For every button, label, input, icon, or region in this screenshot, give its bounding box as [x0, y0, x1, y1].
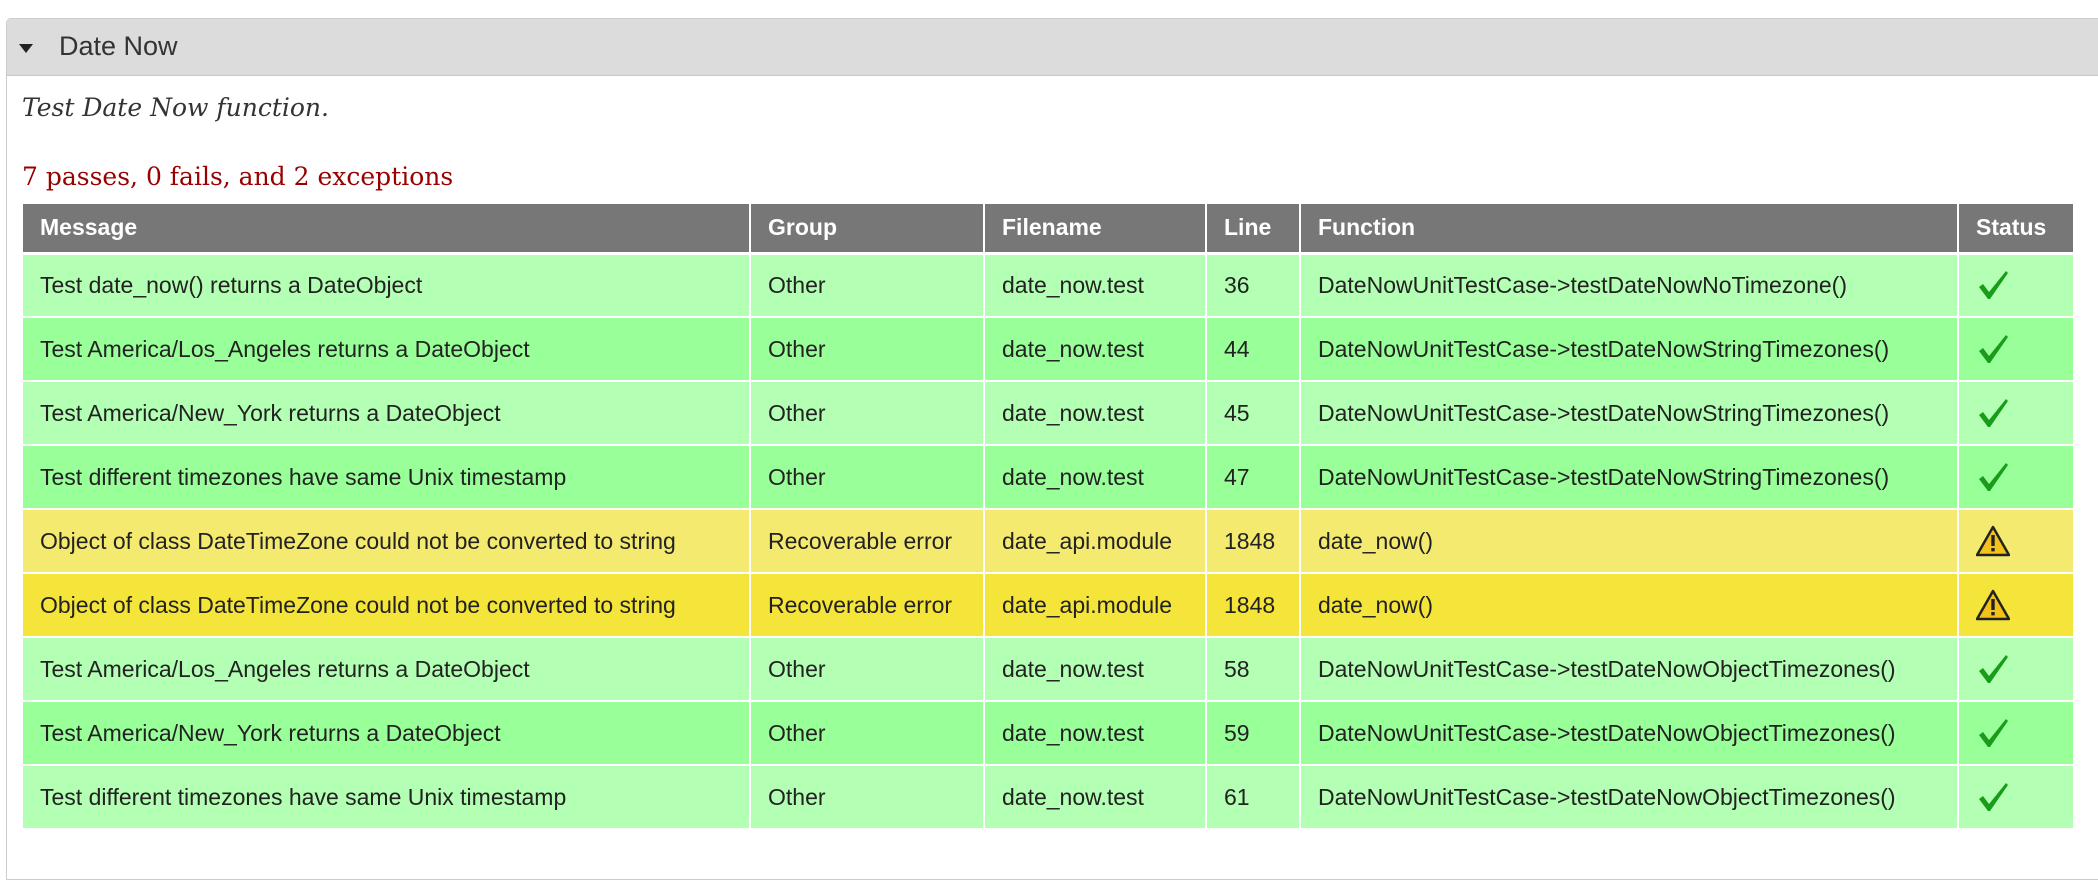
table-row: Test America/New_York returns a DateObje… — [23, 381, 2073, 446]
cell-filename: date_now.test — [984, 253, 1207, 318]
cell-line: 1848 — [1206, 509, 1301, 574]
cell-status — [1958, 445, 2073, 510]
cell-function: DateNowUnitTestCase->testDateNowObjectTi… — [1300, 701, 1959, 766]
cell-group: Other — [750, 253, 985, 318]
cell-line: 47 — [1206, 445, 1301, 510]
checkmark-icon — [1976, 652, 2073, 686]
checkmark-icon — [1976, 716, 2073, 750]
cell-group: Recoverable error — [750, 573, 985, 638]
column-header-filename: Filename — [984, 204, 1207, 255]
test-summary: 7 passes, 0 fails, and 2 exceptions — [22, 162, 454, 191]
cell-function: DateNowUnitTestCase->testDateNowObjectTi… — [1300, 637, 1959, 702]
cell-line: 59 — [1206, 701, 1301, 766]
table-row: Object of class DateTimeZone could not b… — [23, 509, 2073, 574]
cell-filename: date_api.module — [984, 509, 1207, 574]
table-row: Test different timezones have same Unix … — [23, 445, 2073, 510]
cell-function: date_now() — [1300, 573, 1959, 638]
test-description: Test Date Now function. — [22, 93, 329, 122]
cell-line: 58 — [1206, 637, 1301, 702]
cell-line: 45 — [1206, 381, 1301, 446]
cell-status — [1958, 765, 2073, 830]
cell-group: Other — [750, 317, 985, 382]
cell-group: Other — [750, 637, 985, 702]
cell-message: Object of class DateTimeZone could not b… — [23, 509, 751, 574]
cell-status — [1958, 317, 2073, 382]
table-row: Test America/Los_Angeles returns a DateO… — [23, 637, 2073, 702]
cell-group: Recoverable error — [750, 509, 985, 574]
table-header-row: Message Group Filename Line Function Sta… — [23, 204, 2073, 255]
cell-filename: date_now.test — [984, 701, 1207, 766]
table-row: Test America/Los_Angeles returns a DateO… — [23, 317, 2073, 382]
checkmark-icon — [1976, 332, 2073, 366]
cell-message: Test different timezones have same Unix … — [23, 445, 751, 510]
table-row: Object of class DateTimeZone could not b… — [23, 573, 2073, 638]
checkmark-icon — [1976, 780, 2073, 814]
checkmark-icon — [1976, 268, 2073, 302]
cell-filename: date_now.test — [984, 381, 1207, 446]
cell-line: 36 — [1206, 253, 1301, 318]
table-row: Test different timezones have same Unix … — [23, 765, 2073, 830]
warning-icon — [1976, 525, 2073, 557]
cell-filename: date_now.test — [984, 317, 1207, 382]
cell-group: Other — [750, 381, 985, 446]
cell-group: Other — [750, 765, 985, 830]
cell-message: Test date_now() returns a DateObject — [23, 253, 751, 318]
column-header-status: Status — [1958, 204, 2073, 255]
cell-message: Test different timezones have same Unix … — [23, 765, 751, 830]
column-header-group: Group — [750, 204, 985, 255]
cell-status — [1958, 509, 2073, 574]
column-header-line: Line — [1206, 204, 1301, 255]
cell-function: DateNowUnitTestCase->testDateNowObjectTi… — [1300, 765, 1959, 830]
cell-status — [1958, 637, 2073, 702]
fieldset-legend-toggle[interactable]: Date Now — [7, 19, 2098, 76]
cell-filename: date_now.test — [984, 765, 1207, 830]
cell-message: Object of class DateTimeZone could not b… — [23, 573, 751, 638]
cell-function: DateNowUnitTestCase->testDateNowStringTi… — [1300, 445, 1959, 510]
cell-message: Test America/New_York returns a DateObje… — [23, 381, 751, 446]
cell-message: Test America/Los_Angeles returns a DateO… — [23, 317, 751, 382]
cell-group: Other — [750, 701, 985, 766]
results-table: Message Group Filename Line Function Sta… — [23, 204, 2073, 830]
fieldset-title[interactable]: Date Now — [59, 30, 178, 62]
checkmark-icon — [1976, 396, 2073, 430]
cell-function: DateNowUnitTestCase->testDateNowStringTi… — [1300, 317, 1959, 382]
cell-function: date_now() — [1300, 509, 1959, 574]
cell-function: DateNowUnitTestCase->testDateNowNoTimezo… — [1300, 253, 1959, 318]
column-header-function: Function — [1300, 204, 1959, 255]
column-header-message: Message — [23, 204, 751, 255]
cell-status — [1958, 701, 2073, 766]
cell-status — [1958, 253, 2073, 318]
cell-line: 44 — [1206, 317, 1301, 382]
cell-group: Other — [750, 445, 985, 510]
cell-status — [1958, 381, 2073, 446]
checkmark-icon — [1976, 460, 2073, 494]
cell-filename: date_api.module — [984, 573, 1207, 638]
cell-filename: date_now.test — [984, 637, 1207, 702]
table-row: Test date_now() returns a DateObject Othe… — [23, 253, 2073, 318]
cell-message: Test America/New_York returns a DateObje… — [23, 701, 751, 766]
caret-down-icon[interactable] — [19, 44, 33, 53]
cell-status — [1958, 573, 2073, 638]
cell-filename: date_now.test — [984, 445, 1207, 510]
table-row: Test America/New_York returns a DateObje… — [23, 701, 2073, 766]
cell-line: 61 — [1206, 765, 1301, 830]
warning-icon — [1976, 589, 2073, 621]
cell-function: DateNowUnitTestCase->testDateNowStringTi… — [1300, 381, 1959, 446]
cell-line: 1848 — [1206, 573, 1301, 638]
results-table-body: Test date_now() returns a DateObject Othe… — [23, 253, 2073, 830]
cell-message: Test America/Los_Angeles returns a DateO… — [23, 637, 751, 702]
